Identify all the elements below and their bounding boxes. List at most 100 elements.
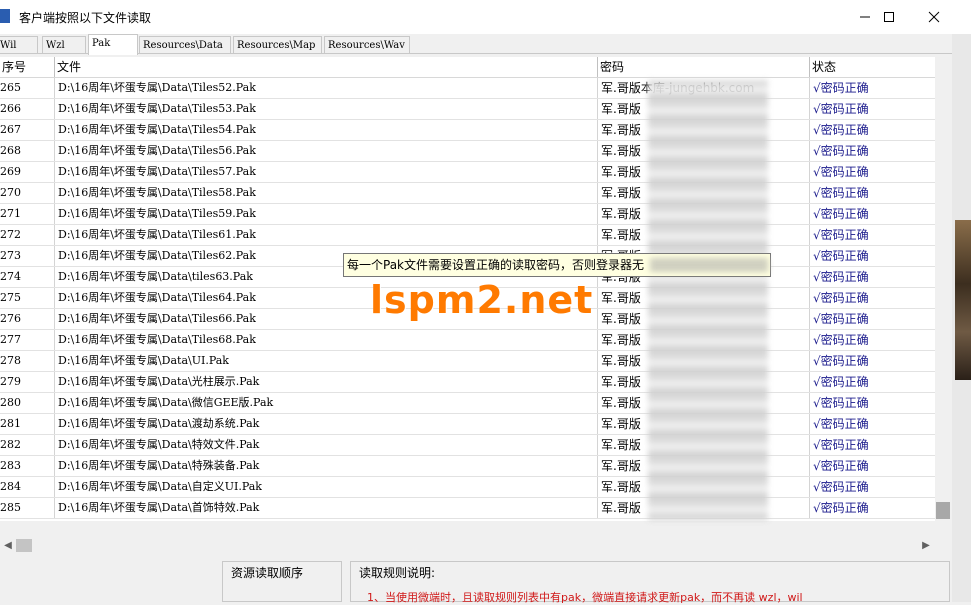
table-row[interactable]: 271 D:\16周年\坏蛋专属\Data\Tiles59.Pak 军.哥版 √密码正… bbox=[0, 204, 936, 225]
row-status: √密码正确 bbox=[810, 309, 936, 329]
tab-strip: Wil Wzl Pak Resources\Data Resources\Map… bbox=[0, 34, 971, 55]
row-file: D:\16周年\坏蛋专属\Data\UI.Pak bbox=[55, 351, 598, 371]
table-row[interactable]: 269 D:\16周年\坏蛋专属\Data\Tiles57.Pak 军.哥版 √密码正… bbox=[0, 162, 936, 183]
header-file[interactable]: 文件 bbox=[55, 57, 598, 77]
table-row[interactable]: 279 D:\16周年\坏蛋专属\Data\光柱展示.Pak 军.哥版 √密码正确 bbox=[0, 372, 936, 393]
table-header: 序号 文件 密码 状态 bbox=[0, 57, 936, 78]
row-status: √密码正确 bbox=[810, 372, 936, 392]
row-status: √密码正确 bbox=[810, 477, 936, 497]
row-index: 271 bbox=[0, 204, 55, 224]
tab-wil[interactable]: Wil bbox=[0, 36, 38, 53]
row-file: D:\16周年\坏蛋专属\Data\Tiles53.Pak bbox=[55, 99, 598, 119]
table-row[interactable]: 266 D:\16周年\坏蛋专属\Data\Tiles53.Pak 军.哥版 √密码正… bbox=[0, 99, 936, 120]
row-status: √密码正确 bbox=[810, 246, 936, 266]
tab-divider bbox=[0, 53, 971, 54]
tooltip-redaction bbox=[650, 258, 768, 272]
row-file: D:\16周年\坏蛋专属\Data\特效文件.Pak bbox=[55, 435, 598, 455]
vertical-scrollbar[interactable] bbox=[935, 57, 952, 521]
tab-wzl[interactable]: Wzl bbox=[42, 36, 86, 53]
horizontal-scrollbar[interactable] bbox=[0, 537, 936, 554]
row-index: 275 bbox=[0, 288, 55, 308]
row-status: √密码正确 bbox=[810, 141, 936, 161]
row-index: 282 bbox=[0, 435, 55, 455]
tab-resources-wav[interactable]: Resources\Wav bbox=[324, 36, 410, 53]
row-index: 273 bbox=[0, 246, 55, 266]
title-bar: 客户端按照以下文件读取 bbox=[0, 0, 971, 34]
tab-pak[interactable]: Pak bbox=[88, 34, 138, 55]
horizontal-scroll-thumb[interactable] bbox=[16, 539, 32, 552]
row-file: D:\16周年\坏蛋专属\Data\Tiles59.Pak bbox=[55, 204, 598, 224]
row-index: 265 bbox=[0, 78, 55, 98]
watermark: lspm2.net bbox=[370, 278, 594, 322]
row-file: D:\16周年\坏蛋专属\Data\微信GEE版.Pak bbox=[55, 393, 598, 413]
row-file: D:\16周年\坏蛋专属\Data\首饰特效.Pak bbox=[55, 498, 598, 518]
close-button[interactable] bbox=[911, 0, 957, 34]
row-file: D:\16周年\坏蛋专属\Data\Tiles57.Pak bbox=[55, 162, 598, 182]
scroll-right-icon[interactable]: ▶ bbox=[918, 537, 934, 554]
table-row[interactable]: 278 D:\16周年\坏蛋专属\Data\UI.Pak 军.哥版 √密码正确 bbox=[0, 351, 936, 372]
table-row[interactable]: 267 D:\16周年\坏蛋专属\Data\Tiles54.Pak 军.哥版 √密码正… bbox=[0, 120, 936, 141]
header-password[interactable]: 密码 bbox=[598, 57, 810, 77]
row-status: √密码正确 bbox=[810, 288, 936, 308]
maximize-icon bbox=[884, 12, 894, 22]
scroll-left-icon[interactable]: ◀ bbox=[0, 537, 16, 554]
row-status: √密码正确 bbox=[810, 393, 936, 413]
row-status: √密码正确 bbox=[810, 225, 936, 245]
row-index: 278 bbox=[0, 351, 55, 371]
row-index: 267 bbox=[0, 120, 55, 140]
row-status: √密码正确 bbox=[810, 162, 936, 182]
header-index[interactable]: 序号 bbox=[0, 57, 55, 77]
row-index: 274 bbox=[0, 267, 55, 287]
row-status: √密码正确 bbox=[810, 204, 936, 224]
table-row[interactable]: 277 D:\16周年\坏蛋专属\Data\Tiles68.Pak 军.哥版 √密码正… bbox=[0, 330, 936, 351]
row-file: D:\16周年\坏蛋专属\Data\光柱展示.Pak bbox=[55, 372, 598, 392]
maximize-button[interactable] bbox=[866, 0, 912, 34]
row-index: 283 bbox=[0, 456, 55, 476]
row-status: √密码正确 bbox=[810, 183, 936, 203]
row-file: D:\16周年\坏蛋专属\Data\Tiles68.Pak bbox=[55, 330, 598, 350]
table-row[interactable]: 281 D:\16周年\坏蛋专属\Data\渡劫系统.Pak 军.哥版 √密码正确 bbox=[0, 414, 936, 435]
row-index: 269 bbox=[0, 162, 55, 182]
vertical-scroll-thumb[interactable] bbox=[936, 502, 950, 519]
close-icon bbox=[928, 11, 940, 23]
table-row[interactable]: 283 D:\16周年\坏蛋专属\Data\特殊装备.Pak 军.哥版 √密码正确 bbox=[0, 456, 936, 477]
read-rule-1: 1、当使用微端时，且读取规则列表中有pak，微端直接请求更新pak，而不再读 w… bbox=[367, 591, 803, 604]
row-index: 277 bbox=[0, 330, 55, 350]
row-status: √密码正确 bbox=[810, 435, 936, 455]
tab-resources-map[interactable]: Resources\Map bbox=[233, 36, 322, 53]
row-status: √密码正确 bbox=[810, 498, 936, 518]
row-index: 285 bbox=[0, 498, 55, 518]
table-row[interactable]: 270 D:\16周年\坏蛋专属\Data\Tiles58.Pak 军.哥版 √密码正… bbox=[0, 183, 936, 204]
read-rules-panel: 读取规则说明: 1、当使用微端时，且读取规则列表中有pak，微端直接请求更新pa… bbox=[350, 561, 950, 604]
table-row[interactable]: 272 D:\16周年\坏蛋专属\Data\Tiles61.Pak 军.哥版 √密码正… bbox=[0, 225, 936, 246]
row-status: √密码正确 bbox=[810, 414, 936, 434]
header-status[interactable]: 状态 bbox=[810, 57, 936, 77]
table-row[interactable]: 265D:\16周年\坏蛋专属\Data\Tiles52.Pak军.哥版本库-j… bbox=[0, 78, 936, 99]
table-row[interactable]: 285 D:\16周年\坏蛋专属\Data\首饰特效.Pak 军.哥版 √密码正确 bbox=[0, 498, 936, 519]
row-status: √密码正确 bbox=[810, 267, 936, 287]
table-row[interactable]: 282 D:\16周年\坏蛋专属\Data\特效文件.Pak 军.哥版 √密码正确 bbox=[0, 435, 936, 456]
read-rules-title: 读取规则说明: bbox=[359, 566, 436, 580]
tab-resources-data[interactable]: Resources\Data bbox=[139, 36, 231, 53]
table-row[interactable]: 284 D:\16周年\坏蛋专属\Data\自定义UI.Pak 军.哥版 √密码正确 bbox=[0, 477, 936, 498]
row-index: 272 bbox=[0, 225, 55, 245]
row-file: D:\16周年\坏蛋专属\Data\Tiles56.Pak bbox=[55, 141, 598, 161]
row-status: √密码正确 bbox=[810, 330, 936, 350]
table-row[interactable]: 280 D:\16周年\坏蛋专属\Data\微信GEE版.Pak 军.哥版 √密码正确 bbox=[0, 393, 936, 414]
row-status: √密码正确 bbox=[810, 456, 936, 476]
row-index: 284 bbox=[0, 477, 55, 497]
row-index: 270 bbox=[0, 183, 55, 203]
app-icon bbox=[0, 9, 10, 23]
row-file: D:\16周年\坏蛋专属\Data\Tiles58.Pak bbox=[55, 183, 598, 203]
row-status: √密码正确 bbox=[810, 99, 936, 119]
resource-order-panel: 资源读取顺序 bbox=[222, 561, 342, 602]
resource-order-title: 资源读取顺序 bbox=[231, 566, 304, 580]
row-file: D:\16周年\坏蛋专属\Data\Tiles52.Pak bbox=[55, 78, 598, 98]
window-title: 客户端按照以下文件读取 bbox=[19, 11, 152, 25]
row-index: 280 bbox=[0, 393, 55, 413]
row-file: D:\16周年\坏蛋专属\Data\自定义UI.Pak bbox=[55, 477, 598, 497]
table-row[interactable]: 268 D:\16周年\坏蛋专属\Data\Tiles56.Pak 军.哥版 √密码正… bbox=[0, 141, 936, 162]
row-file: D:\16周年\坏蛋专属\Data\特殊装备.Pak bbox=[55, 456, 598, 476]
row-index: 279 bbox=[0, 372, 55, 392]
row-file: D:\16周年\坏蛋专属\Data\渡劫系统.Pak bbox=[55, 414, 598, 434]
